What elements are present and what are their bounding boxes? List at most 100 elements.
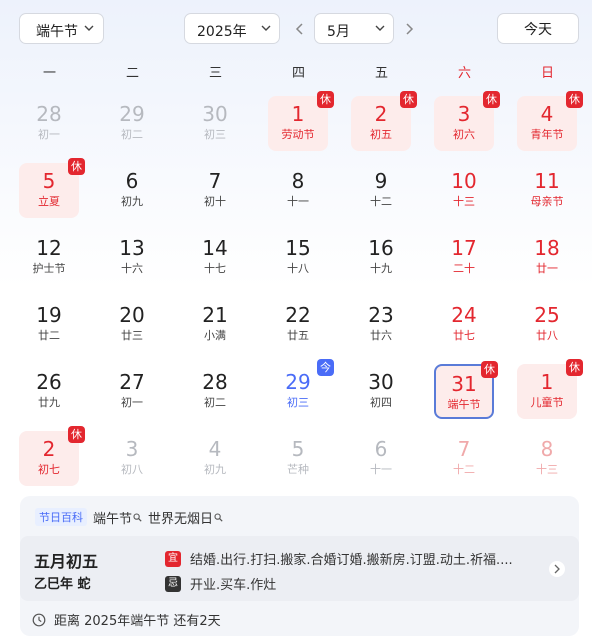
calendar-day[interactable]: 16 十九	[351, 230, 411, 285]
year-select-value: 2025年	[197, 24, 247, 40]
calendar-day[interactable]: 7 初十	[185, 163, 245, 218]
calendar-day[interactable]: 8 十一	[268, 163, 328, 218]
day-lunar-label: 十一	[287, 195, 309, 208]
day-number: 28	[36, 102, 62, 126]
lunar-date: 五月初五	[34, 552, 99, 571]
calendar-day[interactable]: 19 廿二	[19, 297, 79, 352]
day-lunar-label: 十七	[204, 262, 226, 275]
calendar-day[interactable]: 8 十三	[517, 431, 577, 486]
search-icon	[133, 512, 142, 522]
festival-link-label: 世界无烟日	[148, 511, 214, 527]
calendar-day[interactable]: 17 二十	[434, 230, 494, 285]
day-lunar-label: 十九	[370, 262, 392, 275]
calendar-day[interactable]: 28 初二	[185, 364, 245, 419]
calendar-day[interactable]: 1 劳动节休	[268, 91, 334, 151]
day-number: 15	[285, 236, 311, 260]
calendar-day[interactable]: 13 十六	[102, 230, 162, 285]
day-lunar-label: 端午节	[447, 398, 481, 411]
calendar-day[interactable]: 5 芒种	[268, 431, 328, 486]
chevron-right-icon[interactable]	[549, 561, 565, 577]
day-lunar-label: 初九	[204, 463, 226, 476]
day-lunar-label: 初二	[204, 396, 226, 409]
almanac-box[interactable]: 五月初五 乙巳年 蛇 宜 结婚.出行.打扫.搬家.合婚订婚.搬新房.订盟.动土.…	[20, 536, 579, 601]
day-number: 22	[285, 303, 311, 327]
festival-link[interactable]: 端午节	[93, 508, 142, 527]
chevron-down-icon	[375, 23, 385, 33]
calendar-day[interactable]: 12 护士节	[19, 230, 79, 285]
day-number: 11	[534, 169, 560, 193]
year-select[interactable]: 2025年	[184, 13, 280, 44]
calendar-day[interactable]: 3 初八	[102, 431, 162, 486]
calendar-day[interactable]: 1 儿童节休	[517, 359, 583, 419]
calendar-day[interactable]: 7 十二	[434, 431, 494, 486]
calendar-day[interactable]: 24 廿七	[434, 297, 494, 352]
calendar-day[interactable]: 9 十二	[351, 163, 411, 218]
day-lunar-label: 十八	[287, 262, 309, 275]
chevron-down-icon	[261, 23, 271, 33]
day-number: 13	[119, 236, 145, 260]
day-lunar-label: 初五	[370, 128, 392, 141]
calendar-day[interactable]: 31 端午节休	[434, 361, 498, 419]
today-button[interactable]: 今天	[497, 13, 579, 44]
festival-link[interactable]: 世界无烟日	[148, 508, 223, 527]
calendar-day[interactable]: 15 十八	[268, 230, 328, 285]
day-lunar-label: 初九	[121, 195, 143, 208]
calendar-day[interactable]: 23 廿六	[351, 297, 411, 352]
lunar-year: 乙巳年 蛇	[34, 577, 91, 592]
day-number: 24	[451, 303, 477, 327]
calendar-day[interactable]: 4 初九	[185, 431, 245, 486]
day-number: 16	[368, 236, 394, 260]
calendar-day[interactable]: 25 廿八	[517, 297, 577, 352]
day-lunar-label: 廿一	[536, 262, 558, 275]
calendar-day[interactable]: 2 初五休	[351, 91, 417, 151]
calendar-day[interactable]: 3 初六休	[434, 91, 500, 151]
calendar-day[interactable]: 21 小满	[185, 297, 245, 352]
day-number: 5	[291, 437, 305, 461]
day-lunar-label: 初十	[204, 195, 226, 208]
today-badge: 今	[317, 359, 334, 376]
calendar-day[interactable]: 6 十一	[351, 431, 411, 486]
prev-month-icon[interactable]	[293, 21, 307, 37]
calendar-day[interactable]: 6 初九	[102, 163, 162, 218]
day-lunar-label: 初一	[38, 128, 60, 141]
clock-icon	[32, 613, 46, 626]
rest-day-badge: 休	[317, 91, 334, 108]
day-lunar-label: 廿八	[536, 329, 558, 342]
calendar-day[interactable]: 22 廿五	[268, 297, 328, 352]
day-number: 23	[368, 303, 394, 327]
day-number: 9	[374, 169, 388, 193]
day-number: 7	[208, 169, 222, 193]
day-number: 12	[36, 236, 62, 260]
holiday-select-value: 端午节	[36, 24, 78, 40]
toolbar: 端午节 2025年 5月 今天	[0, 13, 592, 45]
day-number: 4	[208, 437, 222, 461]
day-lunar-label: 十六	[121, 262, 143, 275]
day-lunar-label: 初八	[121, 463, 143, 476]
calendar-day[interactable]: 2 初七休	[19, 426, 85, 486]
next-month-icon[interactable]	[402, 21, 416, 37]
calendar-day[interactable]: 20 廿三	[102, 297, 162, 352]
calendar-day[interactable]: 27 初一	[102, 364, 162, 419]
day-number: 30	[202, 102, 228, 126]
day-number: 6	[374, 437, 388, 461]
day-number: 19	[36, 303, 62, 327]
calendar-day[interactable]: 28 初一	[19, 96, 79, 151]
day-lunar-label: 儿童节	[530, 396, 564, 409]
calendar-day[interactable]: 14 十七	[185, 230, 245, 285]
calendar-day[interactable]: 30 初四	[351, 364, 411, 419]
calendar-day[interactable]: 18 廿一	[517, 230, 577, 285]
day-lunar-label: 初三	[204, 128, 226, 141]
ji-badge: 忌	[165, 575, 181, 592]
calendar-day[interactable]: 5 立夏休	[19, 158, 85, 218]
calendar-day[interactable]: 29 初二	[102, 96, 162, 151]
month-select[interactable]: 5月	[314, 13, 394, 44]
calendar-day[interactable]: 29 初三今	[268, 359, 334, 419]
calendar-day[interactable]: 4 青年节休	[517, 91, 583, 151]
calendar-day[interactable]: 26 廿九	[19, 364, 79, 419]
calendar-day[interactable]: 10 十三	[434, 163, 494, 218]
weekday-label: 五	[374, 66, 388, 81]
calendar-day[interactable]: 11 母亲节	[517, 163, 577, 218]
holiday-select[interactable]: 端午节	[19, 13, 104, 44]
calendar-day[interactable]: 30 初三	[185, 96, 245, 151]
day-lunar-label: 廿五	[287, 329, 309, 342]
